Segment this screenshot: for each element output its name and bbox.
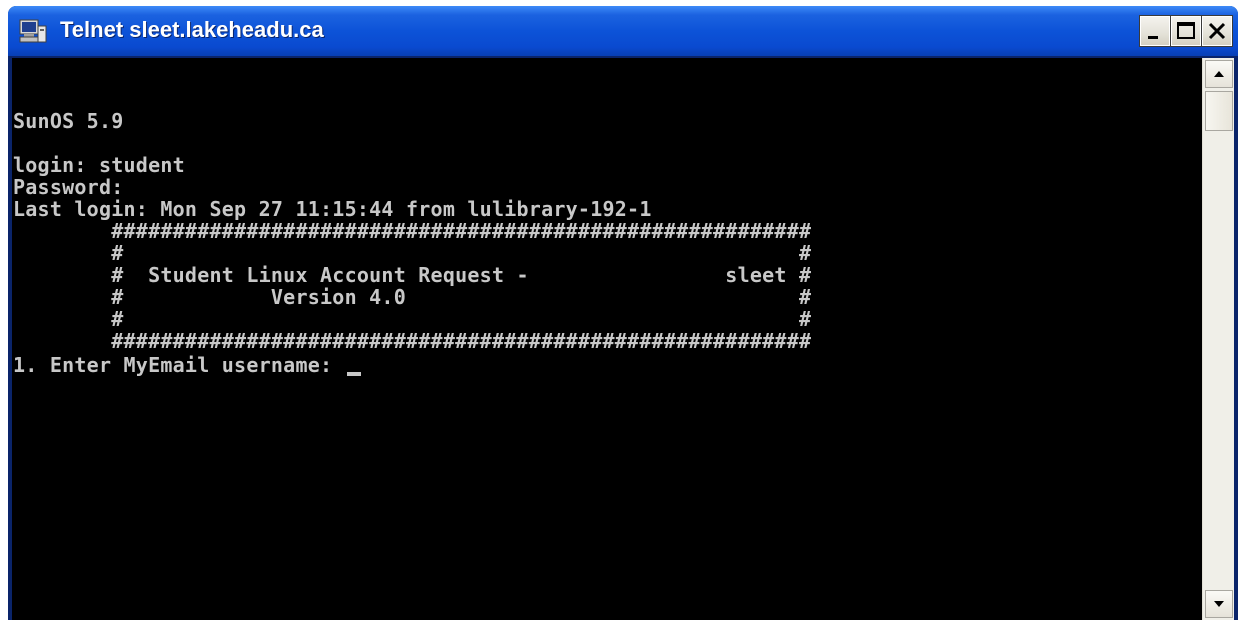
telnet-window: Telnet sleet.lakeheadu.ca SunOS 5.9 logi… [8,6,1238,620]
scroll-down-arrow-icon [1214,601,1224,607]
prompt-text: 1. Enter MyEmail username: [13,353,345,377]
window-title: Telnet sleet.lakeheadu.ca [60,17,324,42]
terminal-line-password: Password: [13,175,124,199]
banner-line: # # [13,241,812,265]
banner-version: # Version 4.0 # [13,285,812,309]
close-button[interactable] [1201,15,1233,47]
text-cursor [346,372,361,376]
scroll-thumb[interactable] [1205,91,1233,131]
minimize-icon [1148,36,1158,39]
banner-line: # # [13,307,812,331]
console-area: SunOS 5.9 login: student Password: Last … [12,58,1234,620]
maximize-button[interactable] [1170,15,1202,47]
prompt-line[interactable]: 1. Enter MyEmail username: [13,354,361,376]
title-bar[interactable]: Telnet sleet.lakeheadu.ca [8,6,1238,56]
banner-title: # Student Linux Account Request - sleet … [13,263,812,287]
scroll-up-button[interactable] [1205,60,1233,88]
close-icon [1208,22,1226,40]
banner-top-border: ########################################… [13,219,812,243]
telnet-computer-icon[interactable] [18,18,48,44]
banner-bottom-border: ########################################… [13,329,812,353]
vertical-scrollbar[interactable] [1202,58,1234,620]
terminal-output[interactable]: SunOS 5.9 login: student Password: Last … [12,58,1198,620]
terminal-line-last-login: Last login: Mon Sep 27 11:15:44 from lul… [13,197,652,221]
terminal-line-login: login: student [13,153,185,177]
maximize-icon [1177,22,1195,39]
scroll-up-arrow-icon [1214,71,1224,77]
scroll-down-button[interactable] [1205,590,1233,618]
minimize-button[interactable] [1139,15,1171,47]
terminal-line-os-version: SunOS 5.9 [13,109,124,133]
